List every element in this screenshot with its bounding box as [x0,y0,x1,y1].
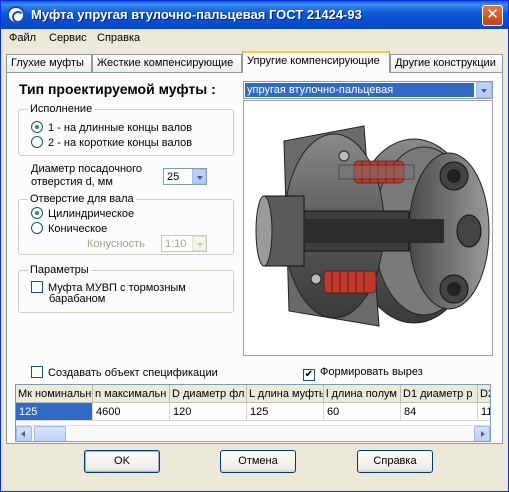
close-icon: ✕ [486,6,499,23]
tab-elastic-compensating[interactable]: Упругие компенсирующие [242,51,390,73]
close-button[interactable]: ✕ [482,5,503,26]
app-icon [7,6,25,24]
diameter-select[interactable]: 25 [163,168,207,185]
chevron-down-icon [192,236,206,251]
execution-group-title: Исполнение [28,103,95,115]
form-cut-label: Формировать вырез [320,366,423,378]
window-title: Муфта упругая втулочно-пальцевая ГОСТ 21… [31,7,362,22]
column-header[interactable]: D диаметр фл [170,385,247,403]
tab-rigid-compensating[interactable]: Жесткие компенсирующие [92,54,242,73]
table-cell[interactable]: 4600 [93,403,170,421]
checkbox[interactable] [31,281,43,293]
diameter-value: 25 [167,171,180,183]
taper-label: Конусность [87,238,145,250]
column-header[interactable]: n максимальн [93,385,170,403]
help-button[interactable]: Справка [357,450,433,473]
taper-value: 1:10 [165,238,187,250]
cancel-button[interactable]: Отмена [220,450,296,473]
execution-option-short-label: 2 - на короткие концы валов [48,137,193,149]
execution-option-long[interactable]: 1 - на длинные концы валов [31,121,192,134]
coupling-type-label: Тип проектируемой муфты : [19,81,216,97]
menu-help[interactable]: Справка [97,32,140,44]
chevron-down-icon[interactable] [192,169,206,184]
radio-button[interactable] [31,136,43,148]
tab-other-designs[interactable]: Другие конструкции [390,54,503,73]
coupling-type-value: упругая втулочно-пальцевая [245,83,474,97]
chevron-down-icon[interactable] [476,82,492,98]
shaft-hole-option-conical[interactable]: Коническое [31,222,107,235]
diameter-label-line1: Диаметр посадочного [31,163,143,175]
main-window: Муфта упругая втулочно-пальцевая ГОСТ 21… [0,0,509,492]
column-header[interactable]: Мк номинальн [16,385,93,403]
scroll-left-icon[interactable] [16,426,32,441]
column-header[interactable]: D1 диаметр р [401,385,478,403]
coupling-drawing [255,125,490,327]
shaft-hole-option-conical-label: Коническое [48,223,108,235]
scroll-thumb[interactable] [34,426,66,441]
taper-select[interactable]: 1:10 [161,235,207,252]
scroll-right-icon[interactable] [474,426,490,441]
checkbox-checked[interactable]: ✔ [303,369,315,381]
horizontal-scrollbar[interactable] [16,425,490,441]
coupling-type-select[interactable]: упругая втулочно-пальцевая [243,81,493,99]
menu-service[interactable]: Сервис [49,32,87,44]
shaft-hole-group-title: Отверстие для вала [28,193,136,205]
radio-button-selected[interactable] [31,121,43,133]
form-cut-checkbox[interactable]: ✔ Формировать вырез [303,366,423,381]
ok-button[interactable]: OK [84,450,160,473]
shaft-hole-option-cylindrical-label: Цилиндрическое [48,208,135,220]
table-cell[interactable]: 120 [170,403,247,421]
execution-option-long-label: 1 - на длинные концы валов [48,122,193,134]
radio-button-selected[interactable] [31,207,43,219]
table-cell[interactable]: 118 [478,403,490,421]
column-header[interactable]: L длина муфты [247,385,324,403]
table-cell[interactable]: 84 [401,403,478,421]
menu-bar: Файл Сервис Справка [1,29,508,48]
column-header[interactable]: l длина полум [324,385,401,403]
diameter-label-line2: отверстия d, мм [31,176,113,188]
brake-drum-label-line2: барабаном [49,293,106,305]
column-header[interactable]: D2 [478,385,490,403]
create-spec-label: Создавать объект спецификации [48,367,218,379]
tab-strip: Глухие муфты Жесткие компенсирующие Упру… [6,51,503,73]
radio-button[interactable] [31,222,43,234]
title-bar[interactable]: Муфта упругая втулочно-пальцевая ГОСТ 21… [1,1,508,29]
tab-rigid-couplings[interactable]: Глухие муфты [6,54,92,73]
table-cell[interactable]: 125 [247,403,324,421]
shaft-hole-option-cylindrical[interactable]: Цилиндрическое [31,207,134,220]
menu-file[interactable]: Файл [9,32,36,44]
parameters-group-title: Параметры [28,264,91,276]
execution-option-short[interactable]: 2 - на короткие концы валов [31,136,192,149]
create-spec-checkbox[interactable]: Создавать объект спецификации [31,366,218,379]
coupling-preview-image [243,100,493,356]
parameters-table: Мк номинальн n максимальн D диаметр фл L… [15,384,491,442]
table-cell[interactable]: 125 [16,403,93,421]
checkbox[interactable] [31,366,43,378]
table-cell[interactable]: 60 [324,403,401,421]
